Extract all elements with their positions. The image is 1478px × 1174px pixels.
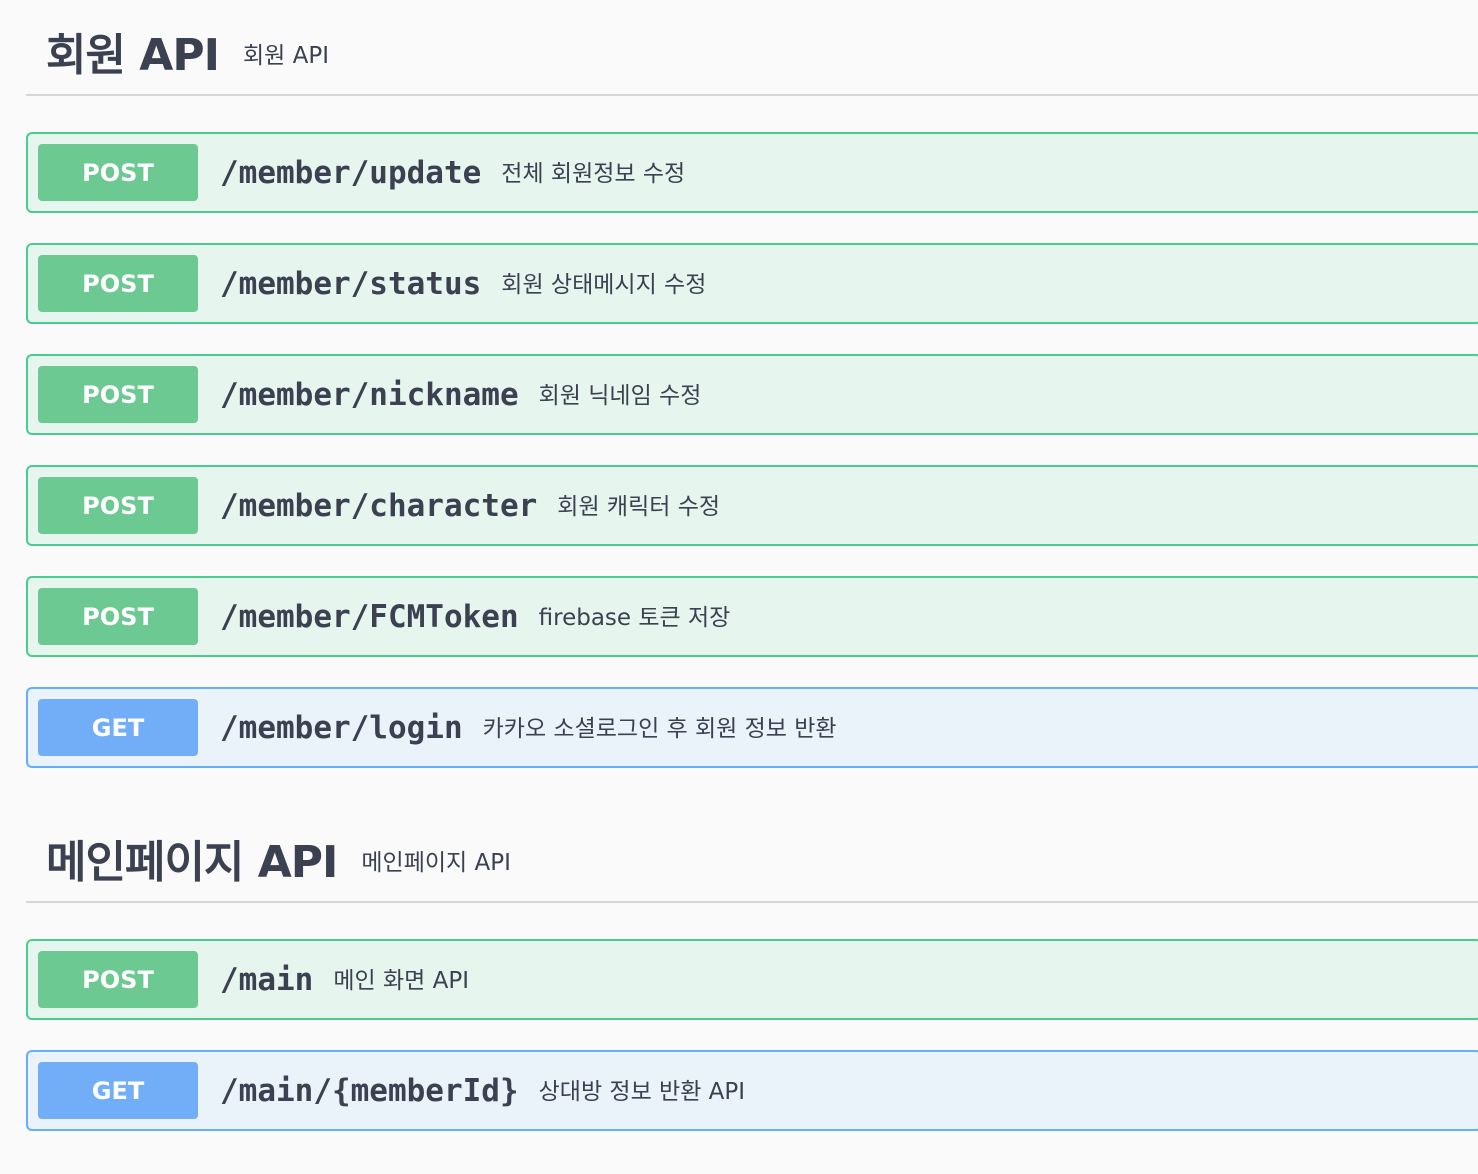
operation-get-main-memberid[interactable]: GET /main/{memberId} 상대방 정보 반환 API [26, 1050, 1478, 1131]
operation-summary: 카카오 소셜로그인 후 회원 정보 반환 [482, 715, 837, 742]
operation-path: /member/update [220, 154, 482, 191]
section-description: 메인페이지 API [361, 850, 511, 876]
operation-get-member-login[interactable]: GET /member/login 카카오 소셜로그인 후 회원 정보 반환 [26, 687, 1478, 768]
operation-post-member-nickname[interactable]: POST /member/nickname 회원 닉네임 수정 [26, 354, 1478, 435]
method-badge: POST [38, 255, 198, 312]
method-badge: GET [38, 1062, 198, 1119]
operation-summary: 회원 상태메시지 수정 [501, 271, 707, 298]
section-title: 회원 API [46, 30, 220, 81]
operation-summary: 회원 닉네임 수정 [538, 382, 702, 409]
section-description: 회원 API [242, 43, 329, 69]
operation-summary: firebase 토큰 저장 [538, 604, 731, 631]
operation-summary: 메인 화면 API [333, 967, 469, 994]
method-badge: POST [38, 588, 198, 645]
method-badge: POST [38, 144, 198, 201]
operation-post-member-update[interactable]: POST /member/update 전체 회원정보 수정 [26, 132, 1478, 213]
operation-summary: 전체 회원정보 수정 [501, 160, 686, 187]
operation-post-main[interactable]: POST /main 메인 화면 API [26, 939, 1478, 1020]
operation-summary: 회원 캐릭터 수정 [557, 493, 721, 520]
operation-path: /main/{memberId} [220, 1072, 519, 1109]
operation-post-member-character[interactable]: POST /member/character 회원 캐릭터 수정 [26, 465, 1478, 546]
operation-path: /member/status [220, 265, 482, 302]
section-title: 메인페이지 API [46, 837, 338, 888]
operation-summary: 상대방 정보 반환 API [538, 1078, 746, 1105]
method-badge: POST [38, 951, 198, 1008]
section-header-main[interactable]: 메인페이지 API 메인페이지 API [26, 815, 1478, 903]
method-badge: POST [38, 366, 198, 423]
operation-path: /member/nickname [220, 376, 519, 413]
operation-post-member-fcmtoken[interactable]: POST /member/FCMToken firebase 토큰 저장 [26, 576, 1478, 657]
section-member-api: 회원 API 회원 API [26, 8, 1478, 96]
operation-path: /member/character [220, 487, 538, 524]
section-main-api: 메인페이지 API 메인페이지 API [26, 815, 1478, 903]
section-header-member[interactable]: 회원 API 회원 API [26, 8, 1478, 96]
operation-path: /member/FCMToken [220, 598, 519, 635]
operation-post-member-status[interactable]: POST /member/status 회원 상태메시지 수정 [26, 243, 1478, 324]
operation-path: /main [220, 961, 314, 998]
method-badge: POST [38, 477, 198, 534]
operation-path: /member/login [220, 709, 463, 746]
method-badge: GET [38, 699, 198, 756]
